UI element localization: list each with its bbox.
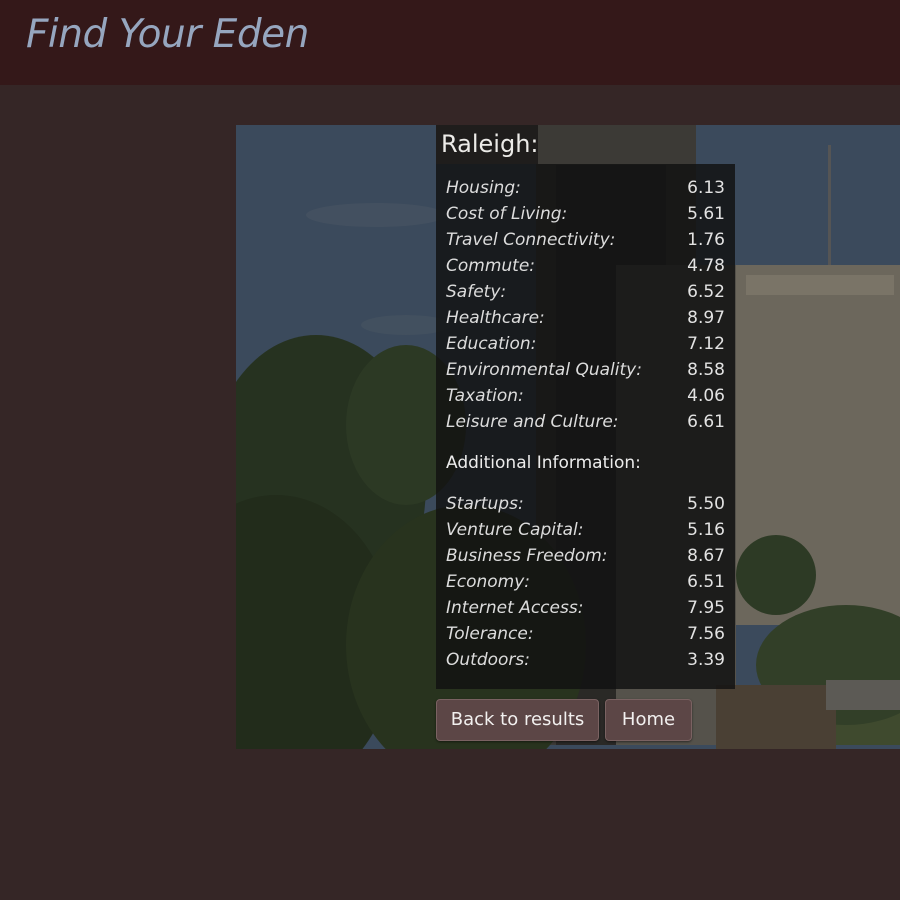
city-name: Raleigh: (436, 125, 539, 164)
stat-value: 1.76 (687, 230, 725, 250)
stat-value: 5.61 (687, 204, 725, 224)
stat-value: 5.50 (687, 494, 725, 514)
home-button[interactable]: Home (605, 699, 692, 741)
stat-value: 6.52 (687, 282, 725, 302)
stat-row-cost-of-living: Cost of Living: 5.61 (446, 201, 725, 227)
stat-label: Commute: (446, 256, 536, 276)
stat-label: Environmental Quality: (446, 360, 642, 380)
stat-value: 3.39 (687, 650, 725, 670)
stat-label: Outdoors: (446, 650, 530, 670)
stat-value: 4.78 (687, 256, 725, 276)
stats-panel: Housing: 6.13 Cost of Living: 5.61 Trave… (436, 164, 735, 689)
stat-label: Taxation: (446, 386, 524, 406)
app-title: Find Your Eden (26, 12, 309, 57)
stat-row-internet-access: Internet Access: 7.95 (446, 595, 725, 621)
stat-label: Internet Access: (446, 598, 584, 618)
stat-row-healthcare: Healthcare: 8.97 (446, 305, 725, 331)
stat-value: 4.06 (687, 386, 725, 406)
stat-label: Safety: (446, 282, 507, 302)
stat-label: Business Freedom: (446, 546, 608, 566)
stat-row-safety: Safety: 6.52 (446, 279, 725, 305)
stat-value: 5.16 (687, 520, 725, 540)
stat-row-outdoors: Outdoors: 3.39 (446, 647, 725, 673)
stat-value: 8.58 (687, 360, 725, 380)
stat-row-environmental-quality: Environmental Quality: 8.58 (446, 357, 725, 383)
header-bar: Find Your Eden (0, 0, 900, 85)
stat-row-startups: Startups: 5.50 (446, 491, 725, 517)
stat-row-commute: Commute: 4.78 (446, 253, 725, 279)
stat-row-economy: Economy: 6.51 (446, 569, 725, 595)
back-to-results-button[interactable]: Back to results (436, 699, 599, 741)
stat-row-tolerance: Tolerance: 7.56 (446, 621, 725, 647)
stat-row-taxation: Taxation: 4.06 (446, 383, 725, 409)
stat-label: Education: (446, 334, 537, 354)
stat-row-education: Education: 7.12 (446, 331, 725, 357)
stat-label: Economy: (446, 572, 531, 592)
stat-label: Cost of Living: (446, 204, 568, 224)
stat-value: 7.95 (687, 598, 725, 618)
stat-label: Tolerance: (446, 624, 534, 644)
stat-value: 8.97 (687, 308, 725, 328)
stat-value: 6.61 (687, 412, 725, 432)
stat-row-travel-connectivity: Travel Connectivity: 1.76 (446, 227, 725, 253)
stat-label: Housing: (446, 178, 521, 198)
stat-value: 6.51 (687, 572, 725, 592)
stat-label: Healthcare: (446, 308, 545, 328)
additional-info-heading: Additional Information: (446, 453, 641, 473)
stat-row-leisure-and-culture: Leisure and Culture: 6.61 (446, 409, 725, 435)
stat-label: Venture Capital: (446, 520, 584, 540)
stat-label: Leisure and Culture: (446, 412, 619, 432)
stat-label: Startups: (446, 494, 524, 514)
stat-value: 7.12 (687, 334, 725, 354)
stat-row-venture-capital: Venture Capital: 5.16 (446, 517, 725, 543)
stat-value: 6.13 (687, 178, 725, 198)
stat-label: Travel Connectivity: (446, 230, 616, 250)
stat-row-business-freedom: Business Freedom: 8.67 (446, 543, 725, 569)
stat-value: 8.67 (687, 546, 725, 566)
stat-value: 7.56 (687, 624, 725, 644)
stat-row-housing: Housing: 6.13 (446, 175, 725, 201)
